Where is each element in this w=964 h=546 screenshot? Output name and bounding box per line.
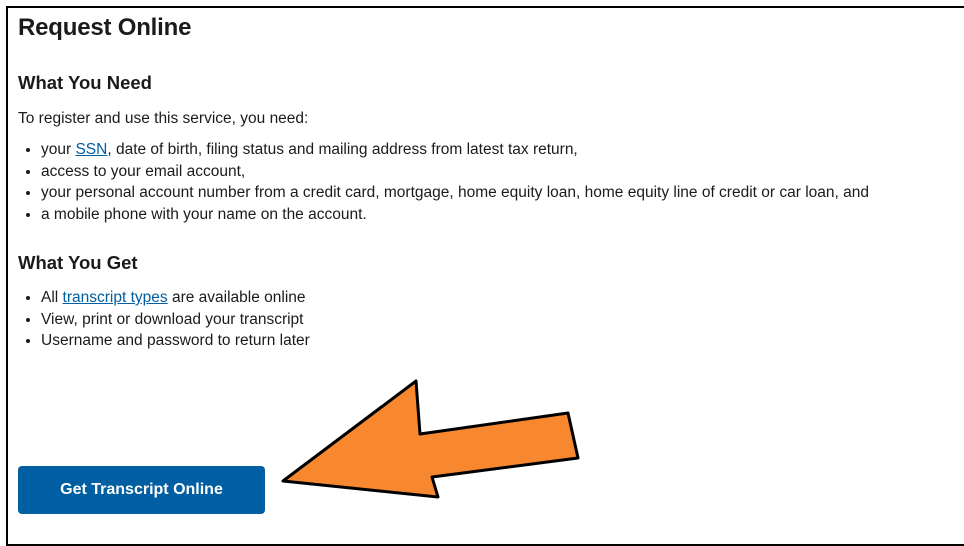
need-intro-text: To register and use this service, you ne… — [18, 110, 309, 127]
list-item: All transcript types are available onlin… — [41, 287, 964, 309]
what-you-get-heading: What You Get — [18, 252, 138, 273]
page-title: Request Online — [18, 14, 192, 41]
ssn-link[interactable]: SSN — [75, 141, 107, 158]
get-transcript-online-button[interactable]: Get Transcript Online — [18, 466, 265, 514]
list-item: your SSN, date of birth, filing status a… — [41, 139, 964, 161]
list-item: your personal account number from a cred… — [41, 182, 964, 204]
request-online-section: Request Online What You Need To register… — [18, 12, 964, 352]
need-list: your SSN, date of birth, filing status a… — [18, 139, 964, 225]
list-item: Username and password to return later — [41, 330, 964, 352]
list-item: a mobile phone with your name on the acc… — [41, 204, 964, 226]
list-item: View, print or download your transcript — [41, 309, 964, 331]
get-list: All transcript types are available onlin… — [18, 287, 964, 352]
what-you-need-heading: What You Need — [18, 72, 152, 93]
list-item: access to your email account, — [41, 161, 964, 183]
transcript-types-link[interactable]: transcript types — [63, 289, 168, 306]
